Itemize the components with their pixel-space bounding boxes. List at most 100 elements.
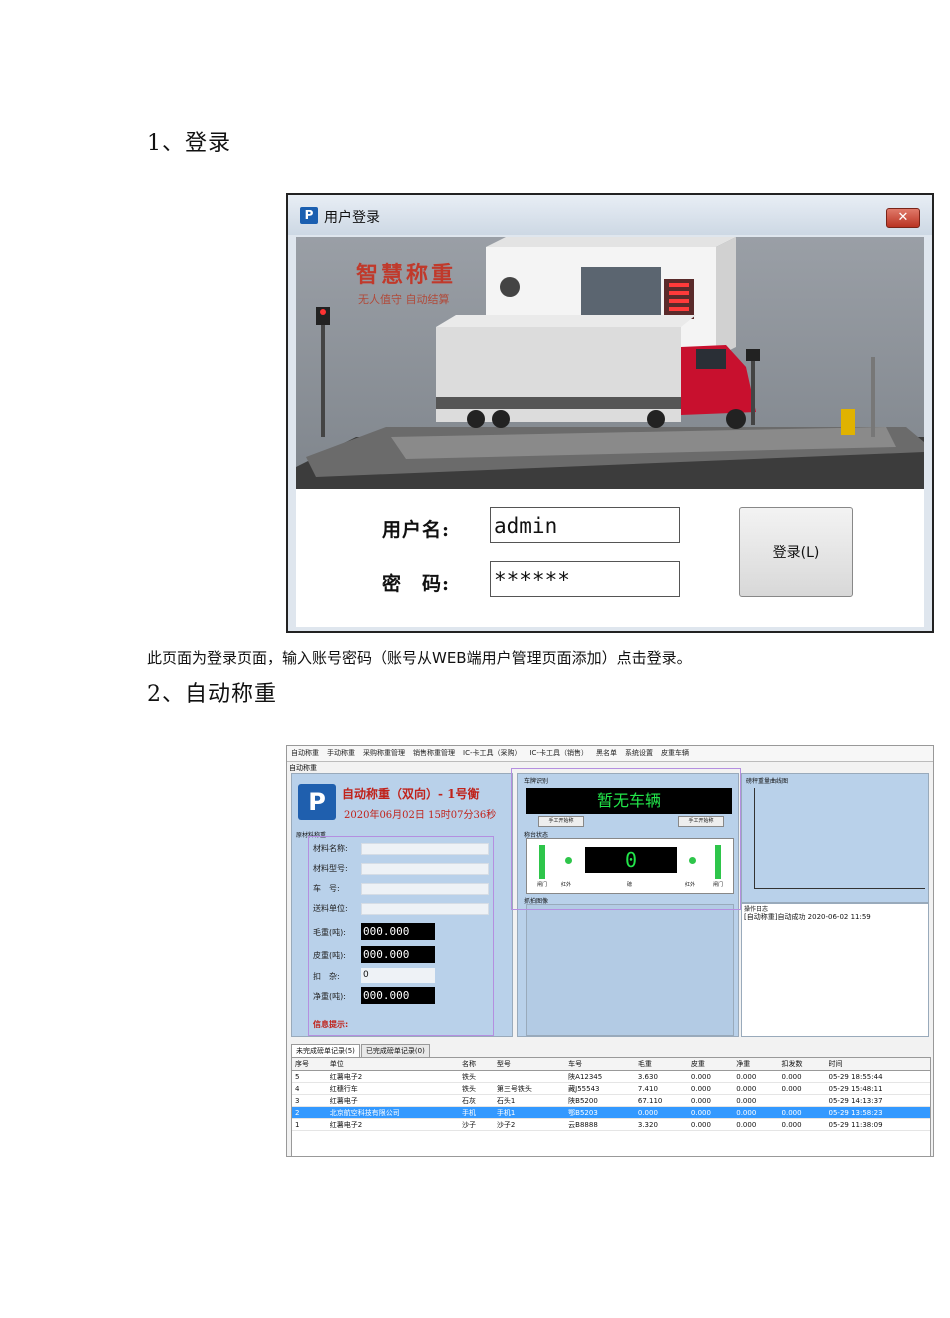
- table-cell: 0.000: [687, 1106, 734, 1119]
- table-cell: 铁头: [459, 1070, 494, 1083]
- menu-item[interactable]: 手动称重: [323, 746, 359, 760]
- table-header-row: 序号 单位 名称 型号 车号 毛重 皮重 净重 扣发数 时间: [292, 1058, 930, 1071]
- table-cell: 石头1: [493, 1094, 566, 1107]
- tab-unfinished-records[interactable]: 未完成磅单记录(5): [291, 1044, 360, 1057]
- tab-finished-records[interactable]: 已完成磅单记录(0): [360, 1044, 430, 1057]
- table-row[interactable]: 4 红穗行车 铁头 第三号铁头 藏J55543 7.410 0.000 0.000 0.000 0…: [292, 1082, 930, 1095]
- table-cell: 北京航空科技有限公司: [326, 1106, 460, 1119]
- login-caption: 此页面为登录页面，输入账号密码（账号从WEB端用户管理页面添加）点击登录。: [147, 649, 692, 667]
- weight-curve-panel: 磅秤重量曲线图: [741, 773, 929, 903]
- username-label: 用户名:: [382, 519, 451, 541]
- material-model-input[interactable]: [361, 863, 489, 875]
- table-cell: 4: [292, 1082, 327, 1095]
- tare-weight-value: 000.000: [361, 946, 435, 963]
- column-header[interactable]: 单位: [326, 1058, 460, 1071]
- table-cell: 05-29 11:38:09: [825, 1118, 930, 1131]
- table-cell: 云B8888: [565, 1118, 635, 1131]
- table-cell: 手机: [459, 1106, 494, 1119]
- login-banner-image: 智慧称重 无人值守 自动结算: [296, 237, 924, 489]
- menu-item[interactable]: 销售称重管理: [409, 746, 459, 760]
- net-weight-label: 净重(吨):: [313, 992, 346, 1001]
- table-cell: 0.000: [687, 1118, 734, 1131]
- username-input[interactable]: admin: [490, 507, 680, 543]
- section-heading-auto-weigh: 2、自动称重: [147, 682, 277, 707]
- table-row[interactable]: 5 红薯电子2 铁头 陕A12345 3.630 0.000 0.000 0.000 05-29…: [292, 1070, 930, 1083]
- supplier-input[interactable]: [361, 903, 489, 915]
- parking-logo-icon: P: [298, 784, 336, 820]
- table-cell: 红穗行车: [326, 1082, 460, 1095]
- weight-curve-plot: [754, 788, 925, 889]
- table-cell: 0.000: [687, 1082, 734, 1095]
- info-tip-label: 信息提示:: [313, 1020, 349, 1029]
- table-cell: 第三号铁头: [493, 1082, 566, 1095]
- table-cell: 藏J55543: [565, 1082, 635, 1095]
- net-weight-value: 000.000: [361, 987, 435, 1004]
- menu-item[interactable]: 采购称重管理: [359, 746, 409, 760]
- table-cell: 0.000: [634, 1106, 688, 1119]
- table-cell: 沙子: [459, 1118, 494, 1131]
- table-row[interactable]: 1 红薯电子2 沙子 沙子2 云B8888 3.320 0.000 0.000 0.000 05-…: [292, 1118, 930, 1131]
- snapshot-image-area: [526, 904, 734, 1036]
- table-row[interactable]: 2 北京航空科技有限公司 手机 手机1 鄂B5203 0.000 0.000 0.000 0.0…: [292, 1106, 930, 1119]
- menu-item[interactable]: 皮重车辆: [657, 746, 693, 760]
- table-cell: 0.000: [733, 1070, 779, 1083]
- login-window-title: 用户登录: [324, 210, 380, 226]
- table-cell: 铁头: [459, 1082, 494, 1095]
- weight-curve-label: 磅秤重量曲线图: [746, 778, 789, 785]
- table-cell: 3.320: [634, 1118, 688, 1131]
- close-button[interactable]: ✕: [886, 208, 920, 228]
- menu-item[interactable]: 自动称重: [287, 746, 323, 760]
- table-cell: 67.110: [634, 1094, 688, 1107]
- login-form: 用户名: 密 码: admin ****** 登录(L): [296, 489, 924, 627]
- table-cell: 0.000: [733, 1082, 779, 1095]
- table-cell: [493, 1070, 566, 1083]
- plate-number-label: 车 号:: [313, 884, 340, 893]
- column-header[interactable]: 毛重: [634, 1058, 688, 1071]
- column-header[interactable]: 序号: [292, 1058, 327, 1071]
- menu-item[interactable]: 黑名单: [592, 746, 621, 760]
- table-cell: 3: [292, 1094, 327, 1107]
- deduct-input[interactable]: 0: [361, 968, 435, 983]
- table-cell: 0.000: [778, 1082, 826, 1095]
- password-label: 密 码:: [382, 573, 451, 595]
- table-cell: 05-29 15:48:11: [825, 1082, 930, 1095]
- menu-item[interactable]: IC-卡工具（采购）: [459, 746, 525, 760]
- column-header[interactable]: 车号: [565, 1058, 635, 1071]
- column-header[interactable]: 时间: [825, 1058, 930, 1071]
- password-input[interactable]: ******: [490, 561, 680, 597]
- table-cell: 05-29 18:55:44: [825, 1070, 930, 1083]
- column-header[interactable]: 净重: [733, 1058, 779, 1071]
- column-header[interactable]: 型号: [493, 1058, 566, 1071]
- gross-weight-label: 毛重(吨):: [313, 928, 346, 937]
- menu-item[interactable]: 系统设置: [621, 746, 657, 760]
- menu-item[interactable]: IC-卡工具（销售）: [525, 746, 591, 760]
- login-button[interactable]: 登录(L): [739, 507, 853, 597]
- truck-scale-illustration: [296, 237, 924, 489]
- table-cell: 0.000: [733, 1094, 779, 1107]
- column-header[interactable]: 皮重: [687, 1058, 734, 1071]
- table-cell: 05-29 13:58:23: [825, 1106, 930, 1119]
- column-header[interactable]: 扣发数: [778, 1058, 826, 1071]
- table-cell: 红薯电子2: [326, 1070, 460, 1083]
- weigh-mode-title: 自动称重（双向）- 1号衡: [342, 787, 480, 801]
- material-name-label: 材料名称:: [313, 844, 348, 853]
- plate-number-input[interactable]: [361, 883, 489, 895]
- table-row[interactable]: 3 红薯电子 石灰 石头1 陕B5200 67.110 0.000 0.000 05-29 14…: [292, 1094, 930, 1107]
- menu-bar: 自动称重 手动称重 采购称重管理 销售称重管理 IC-卡工具（采购） IC-卡工具（销售）…: [287, 746, 933, 762]
- gross-weight-value: 000.000: [361, 923, 435, 940]
- tare-weight-label: 皮重(吨):: [313, 951, 346, 960]
- column-header[interactable]: 名称: [459, 1058, 494, 1071]
- material-name-input[interactable]: [361, 843, 489, 855]
- table-cell: 石灰: [459, 1094, 494, 1107]
- table-cell: 1: [292, 1118, 327, 1131]
- login-window: P 用户登录 ✕ 智慧称重 无人值守 自动结算 用户名: 密 码: admin …: [286, 193, 934, 633]
- table-cell: 0.000: [687, 1070, 734, 1083]
- table-cell: 沙子2: [493, 1118, 566, 1131]
- table-cell: 0.000: [733, 1106, 779, 1119]
- auto-weigh-window: 自动称重 手动称重 采购称重管理 销售称重管理 IC-卡工具（采购） IC-卡工具（销售）…: [286, 745, 934, 1157]
- login-titlebar: P 用户登录 ✕: [288, 195, 932, 235]
- material-model-label: 材料型号:: [313, 864, 348, 873]
- deduct-label: 扣 杂:: [313, 972, 340, 981]
- app-logo-icon: P: [300, 207, 318, 224]
- active-tab-label: 自动称重: [289, 764, 317, 772]
